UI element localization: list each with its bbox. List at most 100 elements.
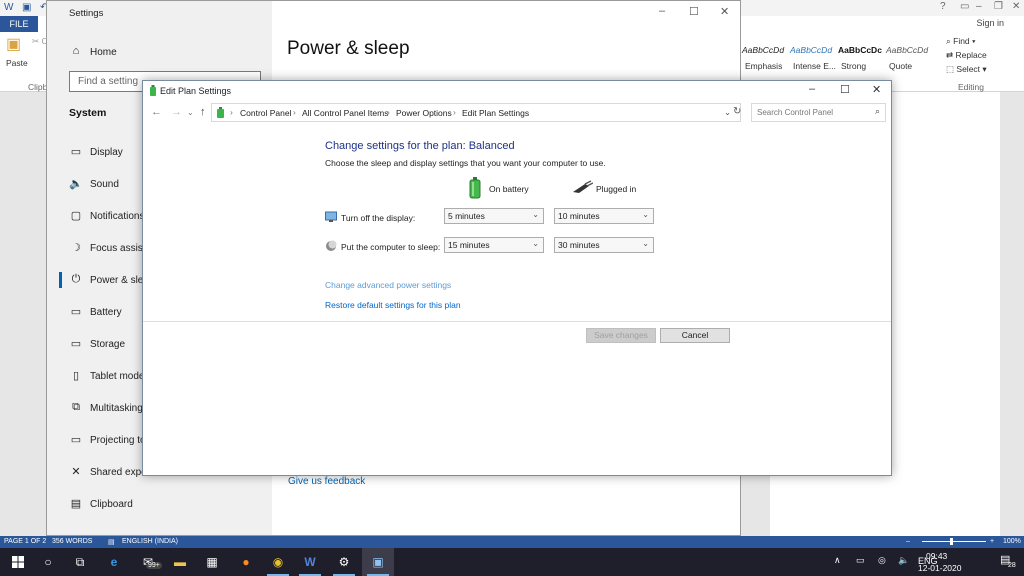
- word-count[interactable]: 356 WORDS: [52, 538, 92, 545]
- network-icon[interactable]: ◎: [878, 555, 886, 566]
- sleep-label: Put the computer to sleep:: [341, 242, 441, 252]
- select-button[interactable]: ⬚ Select ▾: [946, 64, 987, 75]
- mail-badge: 99+: [146, 562, 162, 569]
- breadcrumb-separator: ›: [453, 107, 456, 117]
- search-icon: ⌕: [874, 106, 880, 116]
- volume-icon[interactable]: 🔈: [898, 555, 909, 566]
- power-icon: ⏻: [71, 273, 81, 285]
- zoom-out-button[interactable]: –: [906, 538, 910, 545]
- dialog-maximize-icon[interactable]: ☐: [840, 83, 850, 96]
- style-preview[interactable]: AaBbCcDc: [838, 45, 882, 55]
- sign-in-link[interactable]: Sign in: [976, 18, 1004, 28]
- clock-date[interactable]: 12-01-2020: [918, 563, 961, 573]
- sidebar-item-label: Battery: [90, 307, 122, 318]
- replace-button[interactable]: ⇄ Replace: [946, 50, 987, 61]
- zoom-level[interactable]: 100%: [1003, 538, 1021, 545]
- battery-icon: [469, 177, 481, 199]
- show-hidden-icons[interactable]: ∧: [834, 555, 841, 566]
- word-minimize-icon[interactable]: –: [976, 1, 982, 12]
- clipboard-icon: ▤: [70, 498, 82, 510]
- breadcrumb-edit-plan[interactable]: Edit Plan Settings: [462, 108, 529, 118]
- search-placeholder: Search Control Panel: [757, 108, 834, 117]
- sleep-battery-value: 15 minutes: [448, 240, 490, 250]
- file-explorer-icon[interactable]: ▬: [170, 552, 190, 572]
- projecting-icon: ▭: [70, 434, 82, 446]
- focus-assist-icon: ☽: [71, 242, 81, 254]
- dialog-close-icon[interactable]: ✕: [872, 83, 881, 96]
- refresh-icon[interactable]: ↻: [733, 106, 741, 117]
- sleep-plugged-select[interactable]: 30 minutes ⌄: [554, 237, 654, 253]
- store-icon[interactable]: ▦: [202, 552, 222, 572]
- display-plugged-value: 10 minutes: [558, 211, 600, 221]
- restore-defaults-link[interactable]: Restore default settings for this plan: [325, 300, 461, 310]
- cancel-button[interactable]: Cancel: [660, 328, 730, 343]
- address-dropdown-icon[interactable]: ⌄: [724, 107, 731, 118]
- sidebar-item-clipboard[interactable]: ▤ Clipboard: [69, 495, 269, 515]
- paste-button[interactable]: Paste: [6, 58, 28, 68]
- help-icon[interactable]: ?: [940, 1, 946, 12]
- control-panel-taskbar-icon[interactable]: ▣: [368, 552, 388, 572]
- style-name: Strong: [841, 61, 867, 71]
- recent-dropdown-icon[interactable]: ⌄: [187, 108, 194, 117]
- zoom-in-button[interactable]: +: [990, 538, 994, 545]
- task-view-icon[interactable]: ⧉: [70, 552, 90, 572]
- address-bar-row: ← → ⌄ ↑ › Control Panel › All Control Pa…: [143, 103, 891, 123]
- breadcrumb-control-panel[interactable]: Control Panel: [240, 108, 292, 118]
- settings-close-icon[interactable]: ✕: [720, 5, 729, 18]
- tab-file[interactable]: FILE: [0, 16, 38, 32]
- plugged-in-header: Plugged in: [596, 184, 637, 194]
- clock-time[interactable]: 09:43: [926, 551, 947, 561]
- chrome-icon[interactable]: ◉: [268, 552, 288, 572]
- word-restore-icon[interactable]: ❐: [994, 1, 1003, 12]
- style-preview[interactable]: AaBbCcDd: [886, 45, 928, 55]
- find-button[interactable]: ⌕ Find ▾: [946, 36, 976, 47]
- on-battery-header: On battery: [489, 184, 529, 194]
- page-count[interactable]: PAGE 1 OF 2: [4, 538, 46, 545]
- home-icon: ⌂: [72, 45, 80, 57]
- search-control-panel-input[interactable]: Search Control Panel ⌕: [751, 103, 886, 122]
- dialog-minimize-icon[interactable]: –: [809, 83, 815, 95]
- word-status-bar: PAGE 1 OF 2 356 WORDS ▤ ENGLISH (INDIA) …: [0, 536, 1024, 548]
- settings-taskbar-icon[interactable]: ⚙: [334, 552, 354, 572]
- editing-group-label: Editing: [958, 82, 984, 92]
- sidebar-item-label: Tablet mode: [90, 371, 145, 382]
- sidebar-item-label: Notifications: [90, 211, 145, 222]
- breadcrumb-power-options[interactable]: Power Options: [396, 108, 452, 118]
- save-icon[interactable]: ▣: [22, 2, 31, 13]
- display-battery-select[interactable]: 5 minutes ⌄: [444, 208, 544, 224]
- sleep-plugged-value: 30 minutes: [558, 240, 600, 250]
- word-close-icon[interactable]: ✕: [1012, 1, 1020, 12]
- feedback-link[interactable]: Give us feedback: [288, 476, 365, 487]
- back-icon[interactable]: ←: [151, 106, 162, 118]
- save-changes-button[interactable]: Save changes: [586, 328, 656, 343]
- windows-start-icon[interactable]: [8, 552, 28, 572]
- proofing-icon[interactable]: ▤: [108, 538, 115, 546]
- settings-minimize-icon[interactable]: –: [659, 5, 665, 17]
- display-plugged-select[interactable]: 10 minutes ⌄: [554, 208, 654, 224]
- settings-home[interactable]: ⌂ Home: [69, 43, 269, 63]
- paste-icon[interactable]: ▣: [6, 34, 21, 54]
- search-taskbar-icon[interactable]: ○: [38, 552, 58, 572]
- address-bar[interactable]: › Control Panel › All Control Panel Item…: [211, 103, 741, 122]
- advanced-power-settings-link[interactable]: Change advanced power settings: [325, 280, 451, 290]
- battery-icon: ▭: [70, 306, 82, 318]
- word-ribbon-display-icon[interactable]: ▭: [960, 1, 969, 12]
- zoom-slider-track[interactable]: [922, 541, 986, 542]
- style-preview[interactable]: AaBbCcDd: [790, 45, 832, 55]
- battery-tray-icon[interactable]: ▭: [856, 555, 865, 566]
- sleep-icon: [326, 240, 337, 251]
- breadcrumb-all-items[interactable]: All Control Panel Items: [302, 108, 388, 118]
- edge-icon[interactable]: e: [104, 552, 124, 572]
- settings-window-title: Settings: [69, 8, 104, 19]
- word-taskbar-icon[interactable]: W: [300, 552, 320, 572]
- up-icon[interactable]: ↑: [200, 106, 206, 118]
- sidebar-item-label: Power & slee: [90, 275, 149, 286]
- sidebar-item-label: Projecting to: [90, 435, 146, 446]
- settings-maximize-icon[interactable]: ☐: [689, 5, 699, 18]
- sleep-battery-select[interactable]: 15 minutes ⌄: [444, 237, 544, 253]
- language-status[interactable]: ENGLISH (INDIA): [122, 538, 178, 545]
- style-preview[interactable]: AaBbCcDd: [742, 45, 784, 55]
- zoom-slider-thumb[interactable]: [950, 538, 953, 545]
- forward-icon[interactable]: →: [171, 106, 182, 118]
- firefox-icon[interactable]: ●: [236, 552, 256, 572]
